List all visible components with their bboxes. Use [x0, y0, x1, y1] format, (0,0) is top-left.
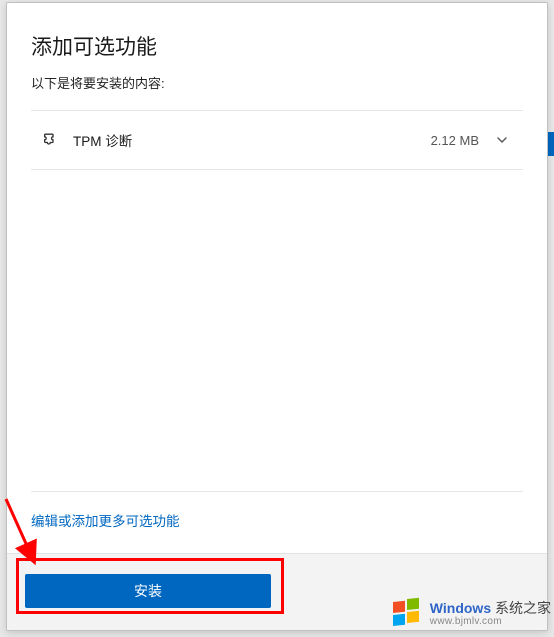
feature-size: 2.12 MB	[431, 133, 479, 148]
chevron-down-icon	[495, 133, 509, 147]
feature-name: TPM 诊断	[73, 130, 431, 150]
dialog-subtitle: 以下是将要安装的内容:	[31, 73, 523, 92]
add-optional-features-dialog: 添加可选功能 以下是将要安装的内容: TPM 诊断 2.12 MB 编辑或	[6, 2, 548, 631]
puzzle-icon	[37, 129, 59, 151]
dialog-footer: 安装	[7, 553, 547, 630]
install-button[interactable]: 安装	[25, 574, 271, 608]
feature-row[interactable]: TPM 诊断 2.12 MB	[31, 111, 523, 170]
background-accent	[548, 132, 554, 156]
dialog-title: 添加可选功能	[31, 31, 523, 61]
edit-add-more-link[interactable]: 编辑或添加更多可选功能	[31, 510, 180, 530]
bottom-links: 编辑或添加更多可选功能	[31, 491, 523, 545]
dialog-content: 添加可选功能 以下是将要安装的内容: TPM 诊断 2.12 MB 编辑或	[7, 3, 547, 553]
features-list: TPM 诊断 2.12 MB	[31, 110, 523, 491]
